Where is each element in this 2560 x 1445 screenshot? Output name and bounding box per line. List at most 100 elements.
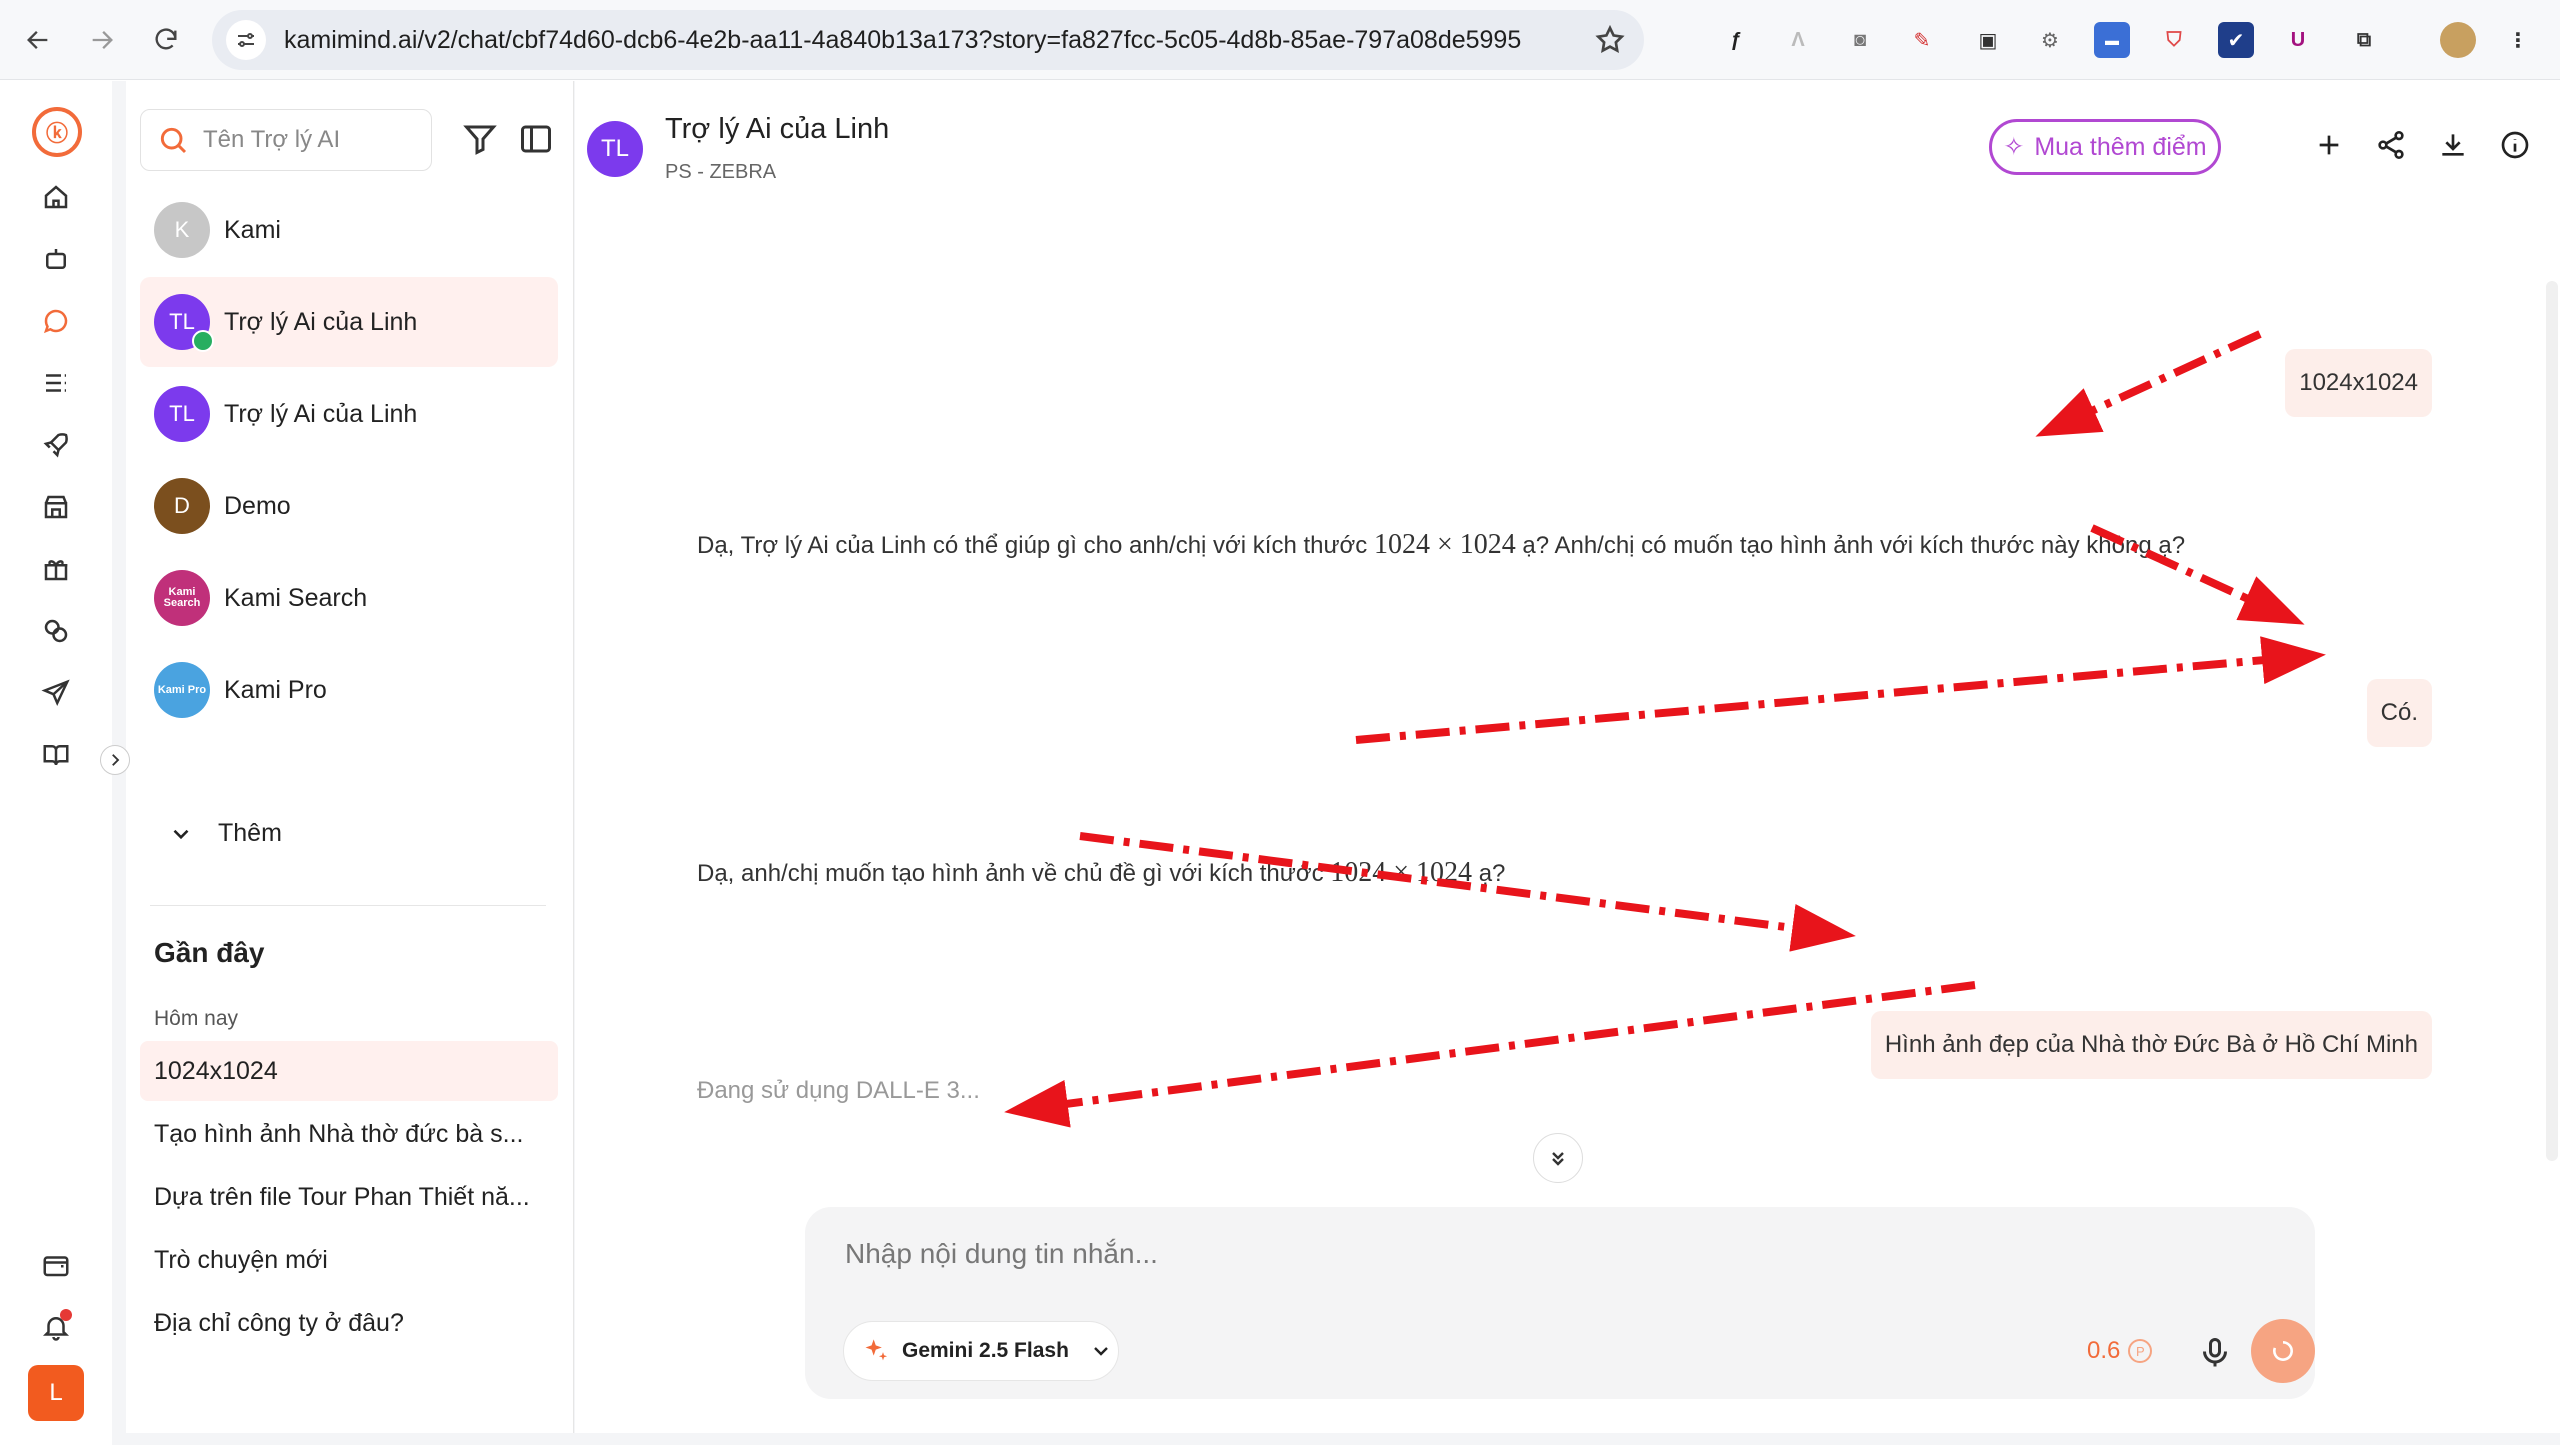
new-chat-plus-icon[interactable] xyxy=(2313,129,2349,165)
expand-sidebar-chevron-icon[interactable] xyxy=(100,745,130,775)
recent-conversation-item[interactable]: Trò chuyện mới xyxy=(140,1230,558,1290)
filter-icon[interactable] xyxy=(462,121,498,157)
url-text[interactable]: kamimind.ai/v2/chat/cbf74d60-dcb6-4e2b-a… xyxy=(284,26,1554,55)
info-icon[interactable] xyxy=(2499,129,2535,165)
list-icon[interactable] xyxy=(36,363,76,403)
extension-icon-a[interactable]: Λ xyxy=(1780,22,1816,58)
assistant-item-name: Trợ lý Ai của Linh xyxy=(224,307,418,336)
puzzle-extensions-icon[interactable]: ⧉ xyxy=(2346,22,2382,58)
profile-avatar[interactable] xyxy=(2440,22,2476,58)
bot-message: Dạ, anh/chị muốn tạo hình ảnh về chủ đề … xyxy=(697,857,1505,889)
check-extension-icon[interactable]: ✔ xyxy=(2218,22,2254,58)
send-icon[interactable] xyxy=(36,673,76,713)
book-icon[interactable] xyxy=(36,735,76,775)
scroll-to-bottom-button[interactable] xyxy=(1533,1133,1583,1183)
chat-scrollbar[interactable] xyxy=(2546,281,2558,1161)
forward-icon[interactable] xyxy=(82,20,122,60)
kami-logo-icon[interactable]: ⓚ xyxy=(32,107,82,157)
app: ⓚ L Tên Trợ lý AI K Kami TL Trợ lý Ai củ… xyxy=(0,81,2560,1445)
camera-extension-icon[interactable]: ◙ xyxy=(1842,22,1878,58)
assistant-item[interactable]: TL Trợ lý Ai của Linh xyxy=(140,369,558,459)
pen-extension-icon[interactable]: ✎ xyxy=(1904,22,1940,58)
bot-icon[interactable] xyxy=(36,239,76,279)
share-icon[interactable] xyxy=(2375,129,2411,165)
microphone-icon[interactable] xyxy=(2197,1335,2233,1371)
double-chevron-down-icon xyxy=(1552,1152,1564,1166)
chat-icon[interactable] xyxy=(36,301,76,341)
recent-conversation-item[interactable]: Địa chỉ công ty ở đâu? xyxy=(140,1293,558,1353)
message-thread: 1024x1024 Dạ, Trợ lý Ai của Linh có thể … xyxy=(575,211,2560,1211)
assistant-item-avatar: K xyxy=(154,202,210,258)
chat-panel: TL Trợ lý Ai của Linh PS - ZEBRA ✧ Mua t… xyxy=(575,81,2560,1433)
user-message: 1024x1024 xyxy=(2285,349,2432,417)
bookmark-star-icon[interactable] xyxy=(1594,24,1626,56)
coins-icon[interactable] xyxy=(36,611,76,651)
assistant-item-name: Kami Search xyxy=(224,583,368,612)
buy-points-button[interactable]: ✧ Mua thêm điểm xyxy=(1989,119,2221,175)
active-check-icon xyxy=(192,330,214,352)
math-expression: 1024 × 1024 xyxy=(1330,857,1473,888)
show-more-toggle[interactable]: Thêm xyxy=(168,819,282,848)
collapse-panel-icon[interactable] xyxy=(518,121,554,157)
screen-extension-icon[interactable]: ▣ xyxy=(1970,22,2006,58)
more-menu-icon[interactable]: ⋮ xyxy=(2500,22,2536,58)
recent-conversation-item[interactable]: Tạo hình ảnh Nhà thờ đức bà s... xyxy=(140,1104,558,1164)
credit-cost: 0.6 P xyxy=(2087,1337,2153,1365)
gift-icon[interactable] xyxy=(36,549,76,589)
assistant-item-avatar: Kami Search xyxy=(154,570,210,626)
points-icon: P xyxy=(2128,1339,2153,1363)
rocket-icon[interactable] xyxy=(36,425,76,465)
search-icon xyxy=(160,127,187,154)
assistant-search[interactable] xyxy=(140,109,432,171)
chevron-down-icon xyxy=(173,829,189,839)
assistant-item-avatar: Kami Pro xyxy=(154,662,210,718)
bot-message-text: Dạ, anh/chị muốn tạo hình ảnh về chủ đề … xyxy=(697,860,1331,887)
browser-toolbar: kamimind.ai/v2/chat/cbf74d60-dcb6-4e2b-a… xyxy=(0,0,2560,80)
assistant-item-name: Trợ lý Ai của Linh xyxy=(224,399,418,428)
assistant-item-avatar: TL xyxy=(154,294,214,352)
wallet-icon[interactable] xyxy=(36,1245,76,1285)
buy-points-label: Mua thêm điểm xyxy=(2034,132,2207,161)
assistant-item[interactable]: Kami Pro Kami Pro xyxy=(140,645,558,735)
model-selector[interactable]: Gemini 2.5 Flash xyxy=(843,1321,1119,1381)
search-input[interactable] xyxy=(203,126,423,154)
gear-extension-icon[interactable]: ⚙ xyxy=(2032,22,2068,58)
notification-dot xyxy=(60,1309,72,1321)
recent-section-title: Gần đây xyxy=(154,937,265,968)
shield-extension-icon[interactable]: ⛉ xyxy=(2156,22,2192,58)
model-name: Gemini 2.5 Flash xyxy=(902,1339,1069,1362)
home-icon[interactable] xyxy=(36,177,76,217)
assistant-subtitle: PS - ZEBRA xyxy=(665,161,777,183)
window-extension-icon[interactable]: ▬ xyxy=(2094,22,2130,58)
user-avatar[interactable]: L xyxy=(28,1365,84,1421)
back-icon[interactable] xyxy=(18,20,58,60)
store-icon[interactable] xyxy=(36,487,76,527)
user-message-text: Hình ảnh đẹp của Nhà thờ Đức Bà ở Hồ Chí… xyxy=(1884,1031,2418,1058)
assistant-item[interactable]: D Demo xyxy=(140,461,558,551)
reload-icon[interactable] xyxy=(146,20,186,60)
assistant-item[interactable]: K Kami xyxy=(140,185,558,275)
assistant-item[interactable]: Kami Search Kami Search xyxy=(140,553,558,643)
bell-icon[interactable] xyxy=(36,1307,76,1347)
user-message-text: Có. xyxy=(2380,699,2418,726)
bot-message-text: Dạ, Trợ lý Ai của Linh có thể giúp gì ch… xyxy=(697,532,1374,559)
message-input[interactable] xyxy=(845,1229,2245,1279)
assistant-item-name: Demo xyxy=(224,491,291,520)
assistant-avatar: TL xyxy=(587,121,643,177)
today-group-label: Hôm nay xyxy=(154,1007,239,1030)
send-button[interactable] xyxy=(2251,1319,2315,1383)
bot-message-text: ạ? xyxy=(1472,860,1506,887)
user-message-text: 1024x1024 xyxy=(2299,369,2418,396)
site-settings-icon[interactable] xyxy=(226,20,266,60)
download-icon[interactable] xyxy=(2437,129,2473,165)
ublock-extension-icon[interactable]: U xyxy=(2280,22,2316,58)
assistant-item[interactable]: TL Trợ lý Ai của Linh xyxy=(140,277,558,367)
recent-conversation-item[interactable]: 1024x1024 xyxy=(140,1041,558,1101)
extension-icon-font[interactable]: ƒ xyxy=(1718,22,1754,58)
sparkle-icon: ✧ xyxy=(2003,133,2025,161)
recent-conversation-item[interactable]: Dựa trên file Tour Phan Thiết nă... xyxy=(140,1167,558,1227)
sparkle-icon xyxy=(865,1339,888,1361)
assistant-item-name: Kami xyxy=(224,215,281,244)
address-bar[interactable]: kamimind.ai/v2/chat/cbf74d60-dcb6-4e2b-a… xyxy=(212,10,1644,70)
assistant-item-avatar: D xyxy=(154,478,210,534)
